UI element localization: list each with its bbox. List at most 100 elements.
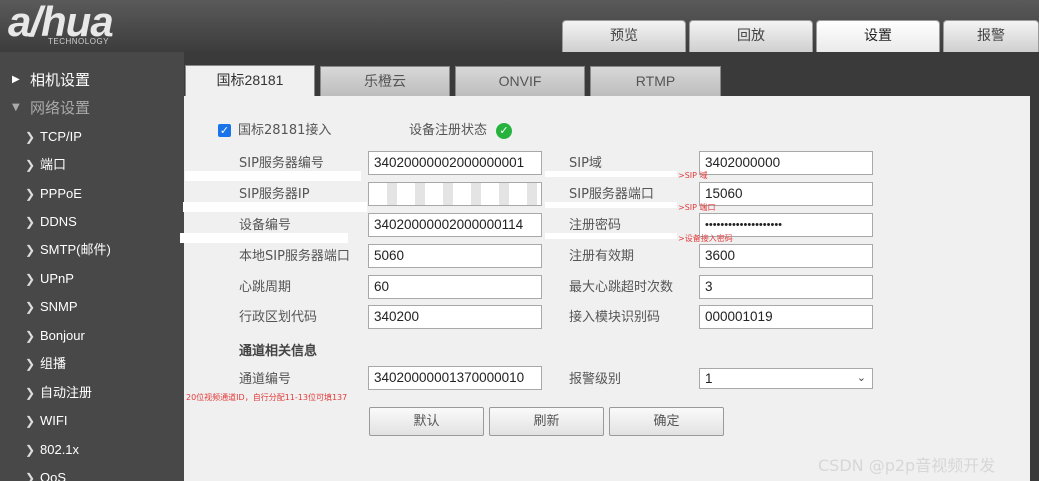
device-id-input[interactable]: 34020000002000000114 [368,213,542,237]
redaction-bar [545,233,677,239]
subtab-gb28181[interactable]: 国标28181 [185,65,315,97]
sidebar-item-label: WIFI [40,413,68,428]
region-code-label: 行政区划代码 [239,310,318,325]
chevron-right-icon: ❯ [25,414,36,428]
module-id-label: 接入模块识别码 [569,310,661,325]
sidebar-group-label: 网络设置 [30,99,91,117]
sidebar-item-bonjour[interactable]: ❯ Bonjour [0,322,184,350]
sidebar-item-multicast[interactable]: ❯ 组播 [0,350,184,378]
sidebar-item-label: SNMP [40,299,78,314]
redaction-bar [185,171,361,181]
sidebar-item-label: 自动注册 [40,385,93,400]
sidebar-item-label: SMTP(邮件) [40,242,111,257]
chevron-right-icon: ❯ [25,471,36,481]
chevron-right-icon: ❯ [25,187,36,201]
sidebar-item-label: DDNS [40,214,77,229]
tab-preview[interactable]: 预览 [562,20,686,52]
sidebar-item-smtp[interactable]: ❯ SMTP(邮件) [0,236,184,264]
check-circle-icon: ✓ [496,123,512,139]
alarm-level-label: 报警级别 [569,372,622,387]
sidebar-item-ddns[interactable]: ❯ DDNS [0,208,184,236]
subtab-onvif[interactable]: ONVIF [455,66,585,96]
sidebar-item-snmp[interactable]: ❯ SNMP [0,293,184,321]
sidebar-item-label: Bonjour [40,328,85,343]
chevron-right-icon: ❯ [25,300,36,314]
sidebar-item-tcpip[interactable]: ❯ TCP/IP [0,123,184,151]
redaction-bar [545,171,677,177]
sidebar-item-8021x[interactable]: ❯ 802.1x [0,436,184,464]
annotation-channel-note: 20位视频通道ID，自行分配11-13位可填137 [186,393,348,402]
enable-label: 国标28181接入 [238,123,332,138]
chevron-right-icon: ❯ [25,329,36,343]
heartbeat-input[interactable]: 60 [368,275,542,299]
subtab-rtmp[interactable]: RTMP [590,66,721,96]
watermark: CSDN @p2p音视频开发 [818,456,996,475]
tab-alarm[interactable]: 报警 [943,20,1039,52]
redaction-bar [545,202,677,208]
max-timeout-input[interactable]: 3 [699,275,873,299]
tab-playback[interactable]: 回放 [689,20,813,52]
sidebar-item-label: PPPoE [40,186,82,201]
local-port-label: 本地SIP服务器端口 [239,249,350,264]
sidebar-group-network[interactable]: ▼ 网络设置 [0,94,184,122]
module-id-input[interactable]: 000001019 [699,305,873,329]
channel-id-label: 通道编号 [239,372,292,387]
sidebar-item-upnp[interactable]: ❯ UPnP [0,265,184,293]
sidebar-item-label: QoS [40,470,67,481]
alarm-level-select[interactable]: 1 ⌄ [699,368,873,389]
sip-server-ip-input[interactable] [368,182,542,206]
reg-valid-label: 注册有效期 [569,249,635,264]
sidebar-item-port[interactable]: ❯ 端口 [0,151,184,179]
sidebar-item-auto-register[interactable]: ❯ 自动注册 [0,379,184,407]
redaction-bar [183,202,367,212]
status-label: 设备注册状态 [409,123,488,138]
chevron-right-icon: ❯ [25,386,36,400]
brand-logo: a/hua [8,0,114,45]
enable-checkbox[interactable]: ✓ [218,124,231,137]
triangle-right-icon: ▶ [12,74,20,85]
chevron-right-icon: ❯ [25,243,36,257]
chevron-right-icon: ❯ [25,272,36,286]
channel-id-input[interactable]: 34020000001370000010 [368,366,542,390]
sip-server-port-input[interactable]: 15060 [699,182,873,206]
confirm-button[interactable]: 确定 [609,407,724,436]
default-button[interactable]: 默认 [369,407,484,436]
refresh-button[interactable]: 刷新 [489,407,604,436]
chevron-down-icon: ⌄ [856,372,866,384]
brand-logo-sub: TECHNOLOGY [48,37,110,46]
sidebar-item-label: 802.1x [40,442,80,457]
sip-domain-input[interactable]: 3402000000 [699,151,873,175]
local-port-input[interactable]: 5060 [368,244,542,268]
chevron-right-icon: ❯ [25,357,36,371]
tab-settings[interactable]: 设置 [816,20,940,52]
scrollbar-track[interactable] [1030,52,1039,481]
annotation-device-password: >设备接入密码 [678,234,733,243]
chevron-right-icon: ❯ [25,130,36,144]
subtab-lechange[interactable]: 乐橙云 [320,66,450,96]
annotation-sip-port: >SIP 端口 [678,203,716,212]
sidebar-item-wifi[interactable]: ❯ WIFI [0,407,184,435]
sidebar-item-label: TCP/IP [40,129,82,144]
annotation-sip-domain: >SIP 域 [678,171,708,180]
sidebar-item-qos[interactable]: ❯ QoS [0,464,184,481]
sip-server-id-input[interactable]: 34020000002000000001 [368,151,542,175]
chevron-right-icon: ❯ [25,158,36,172]
chevron-right-icon: ❯ [25,443,36,457]
sidebar-group-label: 相机设置 [30,71,91,89]
reg-valid-input[interactable]: 3600 [699,244,873,268]
max-timeout-label: 最大心跳超时次数 [569,280,674,295]
triangle-down-icon: ▼ [12,102,20,113]
redaction-bar [180,233,348,243]
alarm-level-value: 1 [705,371,713,386]
channel-section-title: 通道相关信息 [239,344,318,359]
sidebar-item-pppoe[interactable]: ❯ PPPoE [0,180,184,208]
app-header: a/hua TECHNOLOGY 预览 回放 设置 报警 [0,0,1039,52]
sidebar: ▶ 相机设置 ▼ 网络设置 ❯ TCP/IP ❯ 端口 ❯ PPPoE ❯ DDNS ❯… [0,52,184,481]
region-code-input[interactable]: 340200 [368,305,542,329]
chevron-right-icon: ❯ [25,215,36,229]
heartbeat-label: 心跳周期 [239,280,292,295]
sidebar-group-camera[interactable]: ▶ 相机设置 [0,66,184,94]
sidebar-item-label: 组播 [40,356,67,371]
sidebar-item-label: UPnP [40,271,74,286]
sidebar-item-label: 端口 [40,157,67,172]
